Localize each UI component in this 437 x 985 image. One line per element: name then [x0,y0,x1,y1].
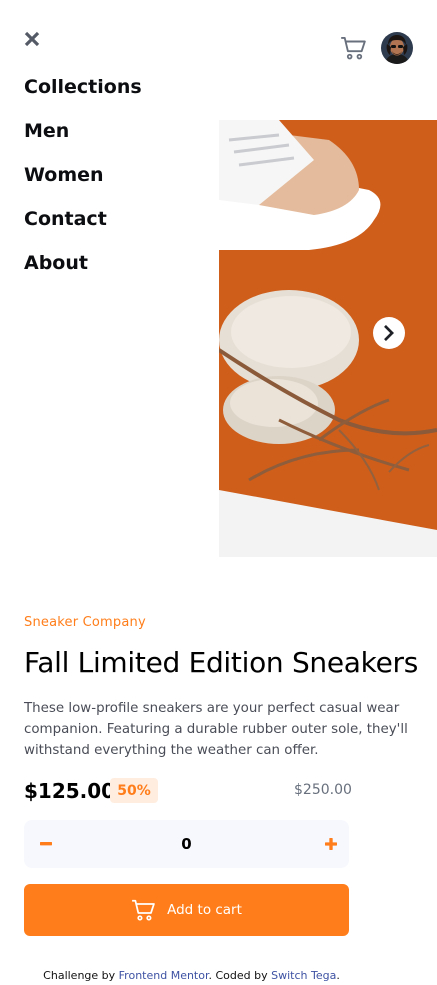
company-name: Sneaker Company [24,615,146,630]
frontend-mentor-link[interactable]: Frontend Mentor [119,969,209,982]
current-price: $125.00 [24,779,116,803]
close-menu-button[interactable] [24,31,40,47]
attribution-middle: . Coded by [208,969,272,982]
cart-icon [132,899,155,921]
quantity-stepper: 0 [24,820,349,868]
attribution-suffix: . [336,969,340,982]
avatar[interactable] [381,32,413,64]
author-link[interactable]: Switch Tega [271,969,336,982]
menu-item-about[interactable]: About [24,250,142,294]
chevron-right-icon [384,325,394,341]
discount-badge: 50% [110,778,158,803]
product-gallery [219,120,437,557]
plus-icon [325,838,337,850]
product-title: Fall Limited Edition Sneakers [24,646,418,679]
product-image [219,120,437,557]
avatar-image [381,32,413,64]
product-description: These low-profile sneakers are your perf… [24,701,408,758]
menu-item-men[interactable]: Men [24,118,142,162]
add-to-cart-label: Add to cart [167,902,242,918]
attribution-prefix: Challenge by [43,969,119,982]
quantity-value: 0 [181,835,192,853]
nav-menu: Collections Men Women Contact About [24,74,142,294]
menu-item-collections[interactable]: Collections [24,74,142,118]
close-icon [24,31,40,47]
increase-quantity-button[interactable] [319,832,343,856]
attribution: Challenge by Frontend Mentor. Coded by S… [0,969,383,982]
menu-item-women[interactable]: Women [24,162,142,206]
original-price: $250.00 [294,782,352,798]
cart-icon [341,37,366,60]
menu-item-contact[interactable]: Contact [24,206,142,250]
cart-button[interactable] [340,36,366,60]
next-image-button[interactable] [373,317,405,349]
add-to-cart-button[interactable]: Add to cart [24,884,349,936]
